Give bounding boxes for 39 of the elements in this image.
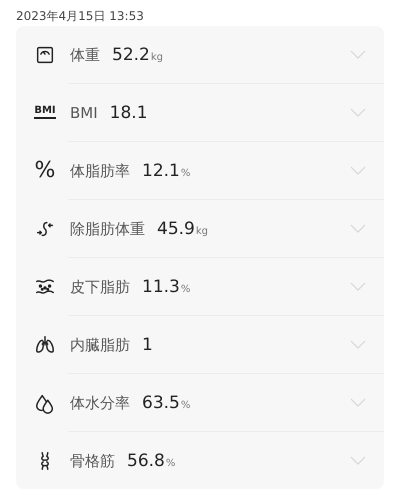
metric-label: 体脂肪率 — [70, 162, 130, 180]
chevron-down-icon — [350, 166, 366, 176]
metric-value: 18.1 — [110, 102, 148, 122]
metric-value: 56.8 — [127, 450, 165, 470]
percent-icon: % — [34, 160, 56, 182]
chevron-down-icon — [350, 340, 366, 350]
chevron-down-icon — [350, 282, 366, 292]
metric-unit: % — [166, 458, 176, 468]
measurement-date: 2023年4月15日 13:53 — [15, 8, 145, 25]
metric-label: BMI — [70, 104, 98, 122]
metric-unit: % — [180, 400, 190, 410]
metric-label: 皮下脂肪 — [70, 278, 130, 296]
metric-row[interactable]: 内臓脂肪 1 — [68, 315, 384, 373]
metric-label: 内臓脂肪 — [70, 336, 130, 354]
metric-row[interactable]: 骨格筋 56.8% — [68, 431, 384, 489]
chevron-down-icon — [350, 398, 366, 408]
lungs-icon — [34, 334, 56, 356]
metric-value: 45.9 — [157, 218, 195, 238]
metric-unit: % — [180, 168, 190, 178]
metric-unit: kg — [150, 52, 163, 62]
metric-row[interactable]: 除脂肪体重 45.9 kg — [68, 199, 384, 257]
metric-row[interactable]: 体重 52.2 kg — [16, 26, 384, 83]
metric-value: 63.5 — [142, 392, 180, 412]
chevron-down-icon — [350, 108, 366, 118]
metric-row[interactable]: 体水分率 63.5% — [68, 373, 384, 431]
metric-value: 52.2 — [112, 44, 150, 64]
metric-unit: kg — [196, 226, 208, 236]
metric-label: 体水分率 — [70, 394, 130, 412]
metric-row[interactable]: 皮下脂肪 11.3% — [68, 257, 384, 315]
metric-label: 体重 — [70, 46, 100, 64]
metric-label: 除脂肪体重 — [70, 220, 145, 238]
metric-value: 11.3 — [142, 276, 180, 296]
chevron-down-icon — [350, 224, 366, 234]
metric-value: 12.1 — [142, 160, 180, 180]
chevron-down-icon — [350, 50, 366, 60]
metric-label: 骨格筋 — [70, 452, 115, 470]
chevron-down-icon — [350, 456, 366, 466]
metric-unit: % — [180, 284, 190, 294]
metric-value: 1 — [142, 334, 153, 354]
